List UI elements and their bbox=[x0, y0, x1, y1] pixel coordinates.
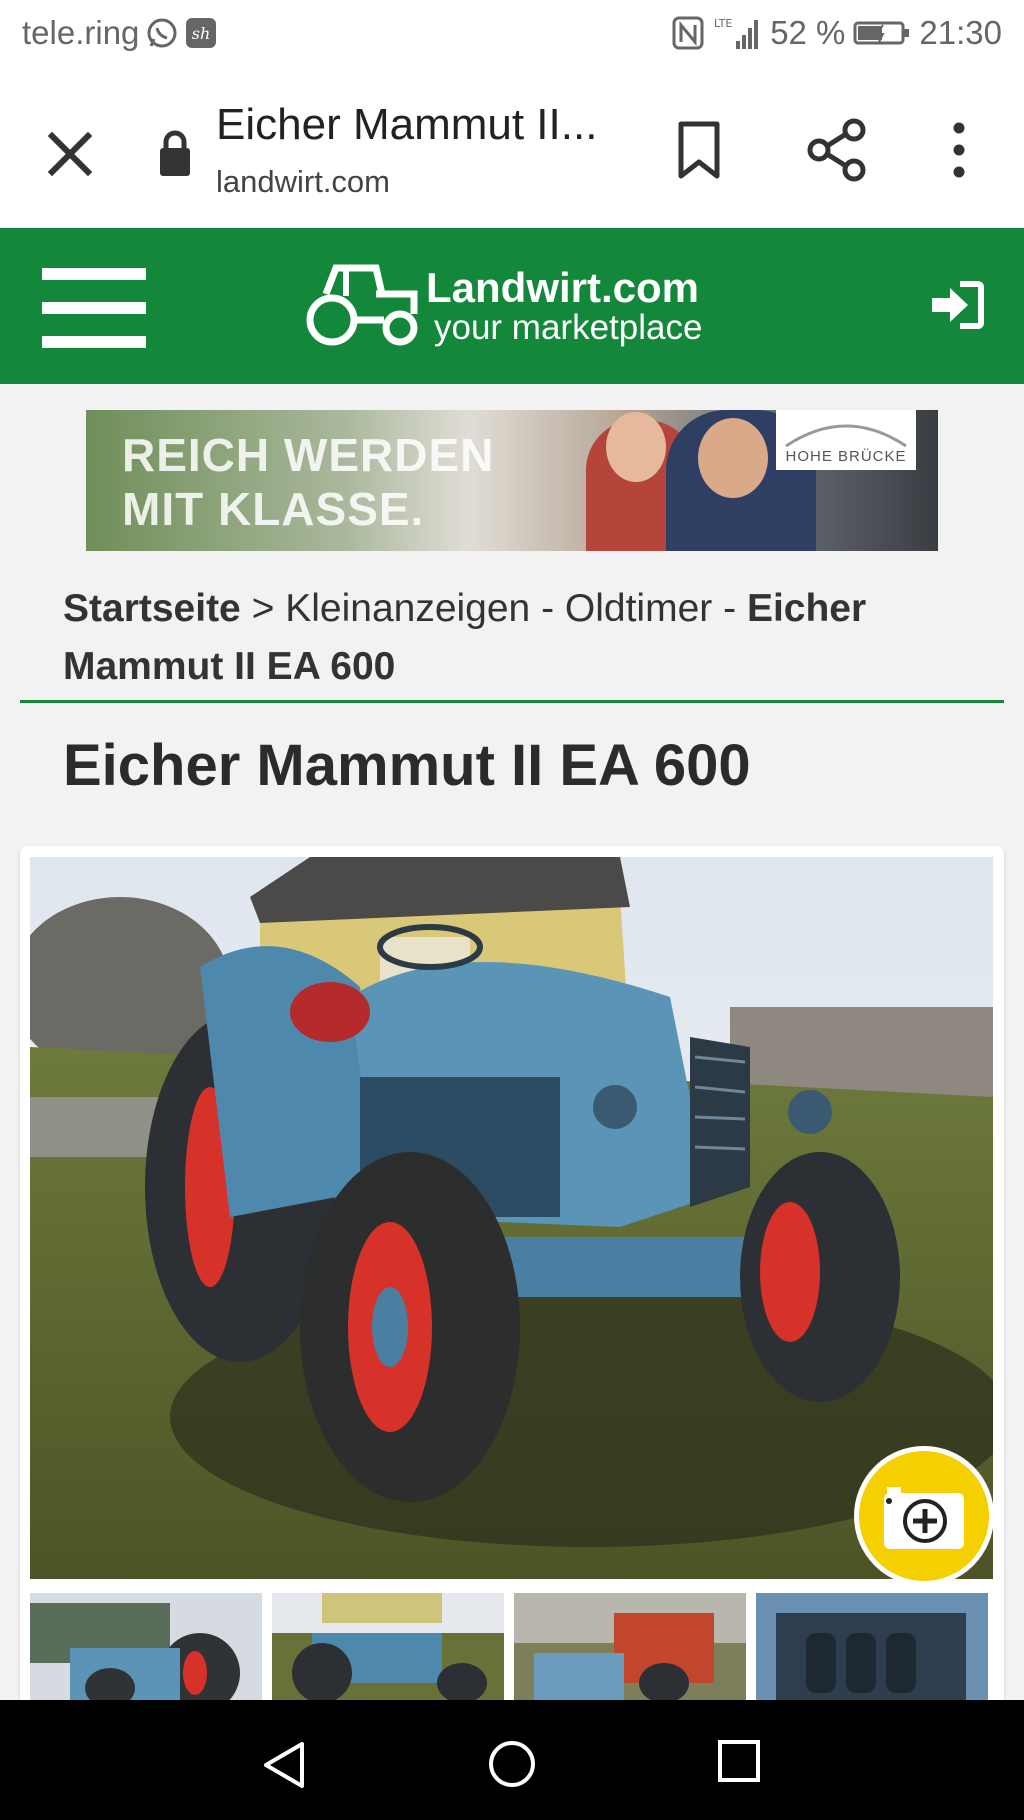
thumbnail-image-3 bbox=[514, 1593, 746, 1700]
battery-charging-icon bbox=[853, 21, 910, 45]
network-type: LTE bbox=[714, 17, 732, 30]
system-nav-bar bbox=[0, 1700, 1024, 1820]
close-icon[interactable] bbox=[40, 124, 100, 184]
url-host[interactable]: landwirt.com bbox=[216, 164, 390, 200]
page-title-tab[interactable]: Eicher Mammut II... bbox=[216, 100, 616, 150]
ad-brand-name: HOHE BRÜCKE bbox=[785, 448, 907, 465]
thumbnail-4[interactable] bbox=[756, 1593, 988, 1700]
tractor-photo bbox=[30, 857, 993, 1579]
ad-headline-line2: MIT KLASSE. bbox=[122, 483, 425, 535]
breadcrumb-divider bbox=[20, 700, 1004, 703]
status-bar: tele.ring sh LTE 52 % 21:30 bbox=[0, 0, 1024, 72]
ad-headline-line1: REICH WERDEN bbox=[122, 429, 495, 481]
home-icon[interactable] bbox=[488, 1740, 536, 1788]
battery-percent: 52 % bbox=[770, 14, 846, 51]
add-photo-button[interactable] bbox=[854, 1446, 994, 1586]
logo-name: Landwirt.com bbox=[426, 264, 700, 311]
thumbnail-3[interactable] bbox=[514, 1593, 746, 1700]
breadcrumb: Startseite > Kleinanzeigen - Oldtimer - … bbox=[63, 580, 963, 696]
thumbnail-2[interactable] bbox=[272, 1593, 504, 1700]
tractor-logo-icon bbox=[306, 264, 418, 346]
main-listing-photo[interactable] bbox=[30, 857, 993, 1579]
bookmark-icon[interactable] bbox=[676, 120, 722, 180]
overflow-menu-icon[interactable] bbox=[944, 118, 974, 182]
hamburger-menu-icon[interactable] bbox=[42, 268, 146, 348]
ad-face-woman bbox=[606, 412, 666, 482]
ad-face-man bbox=[698, 418, 768, 498]
ad-brand-arc-icon bbox=[785, 424, 907, 448]
app-notification-icon: sh bbox=[186, 18, 217, 48]
thumbnail-image-2 bbox=[272, 1593, 504, 1700]
browser-toolbar: Eicher Mammut II... landwirt.com bbox=[0, 72, 1024, 228]
ad-headline: REICH WERDEN MIT KLASSE. bbox=[122, 428, 494, 536]
signal-icon: LTE bbox=[714, 17, 759, 49]
login-icon[interactable] bbox=[930, 280, 984, 330]
carrier-label: tele.ring bbox=[22, 14, 140, 51]
site-logo[interactable]: Landwirt.com your marketplace bbox=[306, 258, 726, 354]
clock: 21:30 bbox=[919, 14, 1002, 51]
thumbnail-1[interactable] bbox=[30, 1593, 262, 1700]
site-header: Landwirt.com your marketplace bbox=[0, 228, 1024, 384]
logo-tagline: your marketplace bbox=[434, 308, 703, 347]
back-icon[interactable] bbox=[262, 1740, 306, 1790]
share-icon[interactable] bbox=[806, 118, 868, 182]
thumbnail-strip bbox=[30, 1593, 993, 1700]
breadcrumb-category[interactable]: Kleinanzeigen - Oldtimer - bbox=[285, 587, 736, 630]
camera-plus-icon bbox=[884, 1487, 964, 1549]
svg-text:sh: sh bbox=[192, 24, 211, 43]
lock-icon[interactable] bbox=[158, 128, 192, 178]
ad-banner[interactable]: REICH WERDEN MIT KLASSE. HOHE BRÜCKE bbox=[86, 410, 938, 551]
listing-title: Eicher Mammut II EA 600 bbox=[63, 733, 751, 798]
nfc-icon bbox=[672, 16, 704, 50]
status-left: tele.ring sh bbox=[22, 14, 217, 52]
breadcrumb-separator: > bbox=[251, 587, 275, 630]
whatsapp-icon bbox=[147, 18, 177, 48]
status-right: LTE 52 % 21:30 bbox=[672, 14, 1002, 52]
breadcrumb-home[interactable]: Startseite bbox=[63, 587, 241, 630]
thumbnail-image-1 bbox=[30, 1593, 262, 1700]
ad-brand-logo: HOHE BRÜCKE bbox=[776, 410, 916, 470]
thumbnail-image-4 bbox=[756, 1593, 988, 1700]
recent-apps-icon[interactable] bbox=[718, 1740, 760, 1782]
